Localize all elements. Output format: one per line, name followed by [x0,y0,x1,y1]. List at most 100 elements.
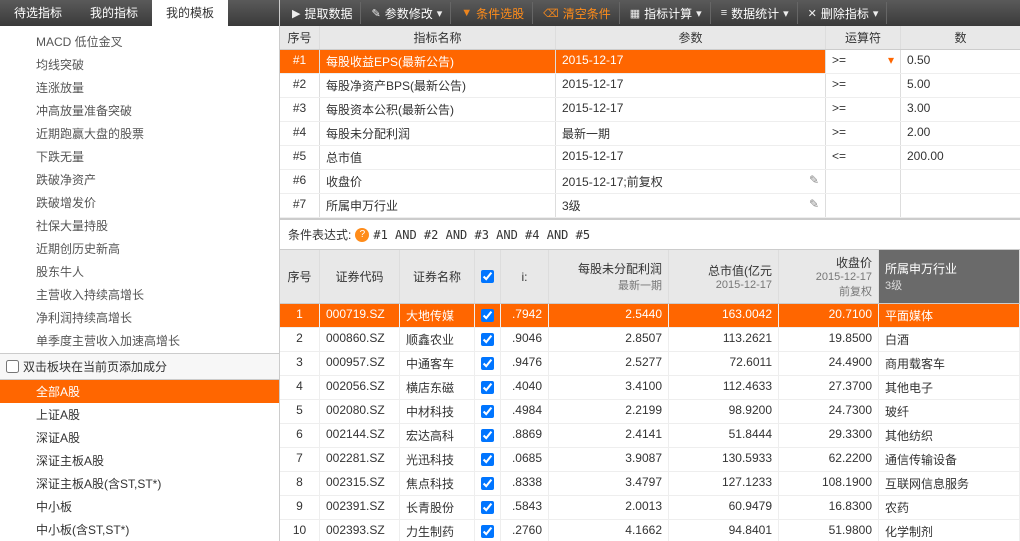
row-checkbox[interactable] [481,477,494,490]
tab-pending[interactable]: 待选指标 [0,0,76,26]
rcol-industry[interactable]: 所属申万行业3级 [879,250,1020,303]
expression-text[interactable]: #1 AND #2 AND #3 AND #4 AND #5 [373,228,590,242]
row-checkbox[interactable] [481,381,494,394]
row-checkbox[interactable] [481,501,494,514]
tab-my-indicators[interactable]: 我的指标 [76,0,152,26]
row-checkbox[interactable] [481,525,494,538]
col-name[interactable]: 指标名称 [320,26,556,49]
row-checkbox[interactable] [481,357,494,370]
stat-button[interactable]: ≡数据统计▾ [713,2,798,24]
delete-button[interactable]: ✕删除指标▾ [800,2,888,24]
template-item[interactable]: 均线突破 [0,53,279,76]
template-item[interactable]: 下跌无量 [0,145,279,168]
row-checkbox[interactable] [481,429,494,442]
condition-row[interactable]: #7所属申万行业3级✎ [280,194,1020,218]
row-check[interactable] [475,496,501,519]
template-item[interactable]: 主营收入持续高增长 [0,283,279,306]
cond-op[interactable]: >= [826,122,901,145]
cond-val[interactable]: 5.00 [901,74,1020,97]
row-check[interactable] [475,352,501,375]
extract-button[interactable]: ▶提取数据 [284,2,361,24]
cond-val[interactable]: 2.00 [901,122,1020,145]
row-checkbox[interactable] [481,405,494,418]
cond-op[interactable] [826,194,901,217]
board-item[interactable]: 全部A股 [0,380,279,403]
row-check[interactable] [475,520,501,541]
result-row[interactable]: 3000957.SZ中通客车.94762.527772.601124.4900商… [280,352,1020,376]
col-val[interactable]: 数 [901,26,1020,49]
result-row[interactable]: 6002144.SZ宏达高科.88692.414151.844429.3300其… [280,424,1020,448]
cond-op[interactable]: >= [826,98,901,121]
rcol-v4[interactable]: 收盘价2015-12-17前复权 [779,250,879,303]
board-item[interactable]: 深证主板A股 [0,449,279,472]
result-row[interactable]: 1000719.SZ大地传媒.79422.5440163.004220.7100… [280,304,1020,328]
row-check[interactable] [475,376,501,399]
row-checkbox[interactable] [481,453,494,466]
board-item[interactable]: 中小板 [0,495,279,518]
result-row[interactable]: 8002315.SZ焦点科技.83383.4797127.1233108.190… [280,472,1020,496]
condition-button[interactable]: ▼条件选股 [453,2,533,24]
check-all[interactable] [481,270,494,283]
result-row[interactable]: 4002056.SZ横店东磁.40403.4100112.463327.3700… [280,376,1020,400]
help-icon[interactable]: ? [355,228,369,242]
row-check[interactable] [475,424,501,447]
board-item[interactable]: 深证主板A股(含ST,ST*) [0,472,279,495]
cond-val[interactable] [901,194,1020,217]
template-item[interactable]: 股东牛人 [0,260,279,283]
board-item[interactable]: 深证A股 [0,426,279,449]
row-check[interactable] [475,472,501,495]
col-param[interactable]: 参数 [556,26,826,49]
cond-val[interactable] [901,170,1020,193]
row-checkbox[interactable] [481,309,494,322]
rcol-code[interactable]: 证券代码 [320,250,400,303]
col-op[interactable]: 运算符 [826,26,901,49]
add-on-dblclick[interactable]: 双击板块在当前页添加成分 [0,353,279,379]
template-item[interactable]: 跌破增发价 [0,191,279,214]
template-item[interactable]: 连涨放量 [0,76,279,99]
cond-op[interactable]: >= [826,74,901,97]
template-item[interactable]: 冲高放量准备突破 [0,99,279,122]
add-checkbox[interactable] [6,360,19,373]
tab-my-templates[interactable]: 我的模板 [152,0,228,26]
row-check[interactable] [475,400,501,423]
cond-val[interactable]: 200.00 [901,146,1020,169]
cond-val[interactable]: 0.50 [901,50,1020,73]
row-checkbox[interactable] [481,333,494,346]
template-item[interactable]: MACD 低位金叉 [0,30,279,53]
clear-button[interactable]: ⌫清空条件 [535,2,620,24]
template-item[interactable]: 近期跑赢大盘的股票 [0,122,279,145]
condition-row[interactable]: #6收盘价2015-12-17;前复权✎ [280,170,1020,194]
condition-row[interactable]: #1每股收益EPS(最新公告)2015-12-17>= ▾0.50 [280,50,1020,74]
result-row[interactable]: 2000860.SZ顺鑫农业.90462.8507113.262119.8500… [280,328,1020,352]
result-row[interactable]: 10002393.SZ力生制药.27604.166294.840151.9800… [280,520,1020,541]
board-item[interactable]: 上证A股 [0,403,279,426]
board-item[interactable]: 中小板(含ST,ST*) [0,518,279,541]
result-row[interactable]: 9002391.SZ长青股份.58432.001360.947916.8300农… [280,496,1020,520]
cond-val[interactable]: 3.00 [901,98,1020,121]
row-check[interactable] [475,328,501,351]
rcol-name[interactable]: 证券名称 [400,250,475,303]
template-item[interactable]: 社保大量持股 [0,214,279,237]
template-item[interactable]: 近期创历史新高 [0,237,279,260]
rcol-v3[interactable]: 总市值(亿元2015-12-17 [669,250,779,303]
rcol-check[interactable] [475,250,501,303]
condition-row[interactable]: #2每股净资产BPS(最新公告)2015-12-17>=5.00 [280,74,1020,98]
condition-row[interactable]: #3每股资本公积(最新公告)2015-12-17>=3.00 [280,98,1020,122]
template-item[interactable]: 净利润持续高增长 [0,306,279,329]
pencil-icon[interactable]: ✎ [809,173,819,187]
col-seq[interactable]: 序号 [280,26,320,49]
rcol-v2[interactable]: 每股未分配利润最新一期 [549,250,669,303]
condition-row[interactable]: #4每股未分配利润最新一期>=2.00 [280,122,1020,146]
param-button[interactable]: ✎参数修改▾ [363,2,451,24]
calc-button[interactable]: ▦指标计算▾ [622,2,711,24]
template-item[interactable]: 跌破净资产 [0,168,279,191]
cond-op[interactable] [826,170,901,193]
rcol-seq[interactable]: 序号 [280,250,320,303]
result-row[interactable]: 5002080.SZ中材科技.49842.219998.920024.7300玻… [280,400,1020,424]
cond-op[interactable]: >= ▾ [826,50,901,73]
row-check[interactable] [475,304,501,327]
cond-op[interactable]: <= [826,146,901,169]
result-row[interactable]: 7002281.SZ光迅科技.06853.9087130.593362.2200… [280,448,1020,472]
rcol-v1[interactable]: i: [501,250,549,303]
pencil-icon[interactable]: ✎ [809,197,819,211]
